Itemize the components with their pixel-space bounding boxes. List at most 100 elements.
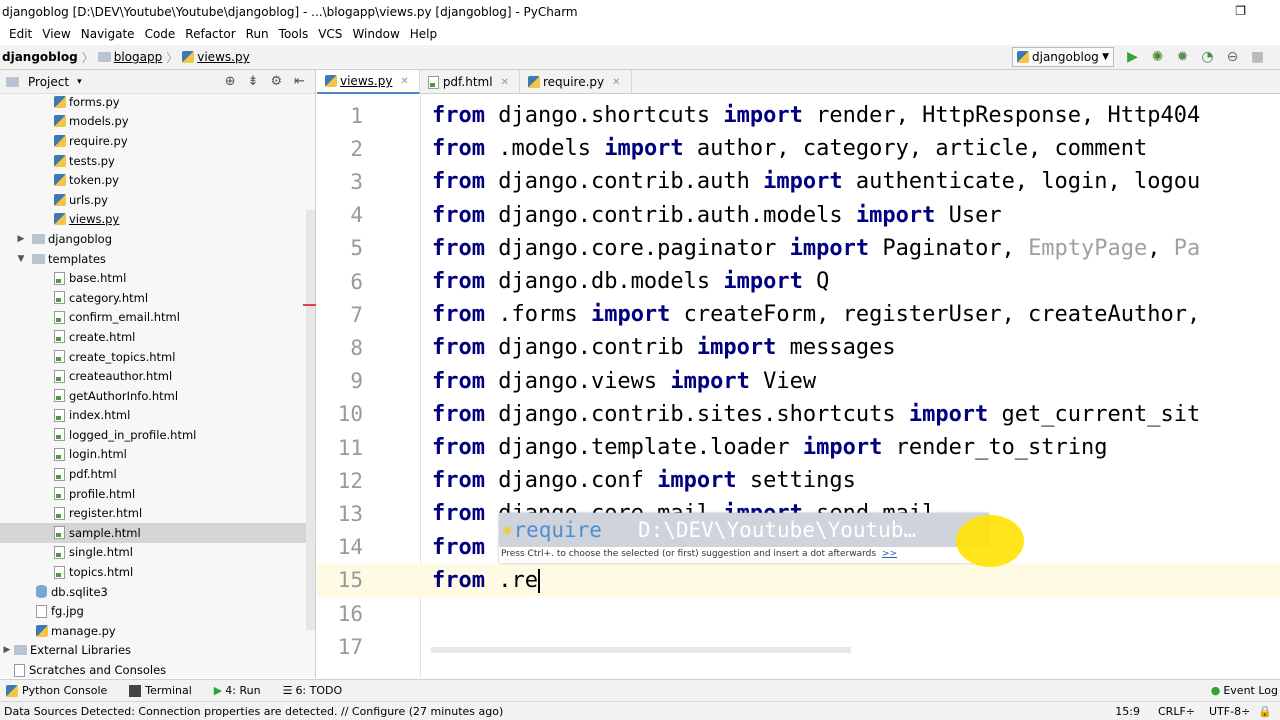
concurrency-icon[interactable]: ⊖ [1224,48,1241,65]
menu-tools[interactable]: Tools [274,27,314,41]
tab-require-py[interactable]: require.py ✕ [520,70,632,94]
coverage-icon[interactable]: ✹ [1174,48,1191,65]
collapse-all-icon[interactable]: ⇟ [248,74,259,89]
tree-item[interactable]: fg.jpg [0,601,316,621]
menu-vcs[interactable]: VCS [313,27,347,41]
breadcrumb-file[interactable]: views.py [197,50,249,64]
run-configuration-select[interactable]: djangoblog ▼ [1012,47,1114,67]
cursor-position[interactable]: 15:9 [1115,705,1140,718]
menu-help[interactable]: Help [405,27,442,41]
code-line[interactable]: 4 from django.contrib.auth.models import … [317,199,1280,232]
menu-refactor[interactable]: Refactor [180,27,240,41]
close-tab-icon[interactable]: ✕ [612,77,620,88]
code-line[interactable]: 17 [317,630,1280,663]
keyword-token: import [763,169,843,195]
tree-item[interactable]: tests.py [0,151,316,171]
tree-item[interactable]: confirm_email.html [0,308,316,328]
tree-item[interactable]: login.html [0,445,316,465]
tree-item[interactable]: topics.html [0,562,316,582]
tab-pdf-html[interactable]: pdf.html ✕ [420,70,520,94]
tree-item-label: token.py [69,173,119,188]
tree-item[interactable]: index.html [0,406,316,426]
code-line[interactable]: 10 from django.contrib.sites.shortcuts im… [317,398,1280,431]
tree-item[interactable]: base.html [0,268,316,288]
status-message[interactable]: Data Sources Detected: Connection proper… [4,705,503,718]
restore-window-icon[interactable]: ❐ [1235,4,1246,18]
tree-item[interactable]: create.html [0,327,316,347]
code-line[interactable]: 12 from django.conf import settings [317,464,1280,497]
expand-arrow-icon[interactable]: ▶ [0,645,14,655]
locate-file-icon[interactable]: ⊕ [225,74,236,89]
menu-edit[interactable]: Edit [4,27,37,41]
breadcrumb-folder[interactable]: blogapp [114,50,163,64]
menu-window[interactable]: Window [347,27,404,41]
tree-item[interactable]: require.py [0,131,316,151]
tree-item-label: urls.py [69,192,108,207]
code-line[interactable]: 2 from .models import author, category, a… [317,132,1280,165]
tree-item[interactable]: ▶ djangoblog [0,229,316,249]
expand-arrow-icon[interactable]: ▶ [14,234,28,244]
breadcrumb-project[interactable]: djangoblog [2,50,78,64]
line-separator[interactable]: CRLF÷ [1158,705,1195,718]
code-line[interactable]: 7 from .forms import createForm, register… [317,298,1280,331]
tree-item[interactable]: models.py [0,112,316,132]
code-line[interactable]: 11 from django.template.loader import ren… [317,431,1280,464]
hide-panel-icon[interactable]: ⇤ [294,74,305,89]
tree-item[interactable]: ▶ External Libraries [0,641,316,661]
tool-terminal[interactable]: Terminal [129,684,192,697]
tool-run[interactable]: ▶ 4: Run [214,684,261,697]
profile-icon[interactable]: ◔ [1199,48,1216,65]
close-tab-icon[interactable]: ✕ [400,76,408,87]
settings-gear-icon[interactable]: ⚙ [270,74,282,89]
code-line[interactable]: 9 from django.views import View [317,365,1280,398]
tree-item[interactable]: getAuthorInfo.html [0,386,316,406]
tool-python-console[interactable]: Python Console [6,684,107,697]
tree-item[interactable]: sample.html [0,523,316,543]
tree-item[interactable]: Scratches and Consoles [0,660,316,680]
tool-event-log[interactable]: ● Event Log [1211,684,1278,697]
lock-icon[interactable]: 🔒 [1258,705,1272,718]
autocomplete-suggestion[interactable]: ◉ require D:\DEV\Youtube\Youtub… [499,513,989,547]
code-line[interactable]: 6 from django.db.models import Q [317,265,1280,298]
code-line[interactable]: 15 from .re [317,563,1280,597]
close-tab-icon[interactable]: ✕ [501,77,509,88]
code-line[interactable]: 16 [317,597,1280,630]
code-line[interactable]: 5 from django.core.paginator import Pagin… [317,232,1280,265]
tree-item[interactable]: token.py [0,170,316,190]
tree-item[interactable]: views.py [0,210,316,230]
stop-icon[interactable]: ■ [1249,48,1266,65]
code-line[interactable]: 8 from django.contrib import messages [317,331,1280,364]
tree-item[interactable]: ▼ templates [0,249,316,269]
tree-item[interactable]: urls.py [0,190,316,210]
menu-code[interactable]: Code [140,27,181,41]
tree-item[interactable]: category.html [0,288,316,308]
tree-item[interactable]: manage.py [0,621,316,641]
menu-view[interactable]: View [37,27,75,41]
tree-item[interactable]: profile.html [0,484,316,504]
tree-item[interactable]: logged_in_profile.html [0,425,316,445]
tree-item[interactable]: single.html [0,543,316,563]
tree-item[interactable]: pdf.html [0,464,316,484]
tree-item[interactable]: db.sqlite3 [0,582,316,602]
autocomplete-hint-link[interactable]: >> [882,549,897,559]
project-panel-title[interactable]: Project [28,75,69,89]
menu-navigate[interactable]: Navigate [76,27,140,41]
tree-item[interactable]: forms.py [0,92,316,112]
debug-icon[interactable]: ✺ [1149,48,1166,65]
expand-arrow-icon[interactable]: ▼ [14,254,28,264]
tree-item[interactable]: register.html [0,503,316,523]
file-encoding[interactable]: UTF-8÷ [1209,705,1250,718]
breadcrumb: djangoblog 〉 blogapp 〉 views.py [0,49,250,66]
tab-views-py[interactable]: views.py ✕ [317,70,420,94]
tool-todo[interactable]: ☰ 6: TODO [283,684,343,697]
tree-item[interactable]: create_topics.html [0,347,316,367]
code-editor[interactable]: ◉ require D:\DEV\Youtube\Youtub… Press C… [317,95,1280,678]
line-number: 16 [337,601,363,626]
menu-run[interactable]: Run [241,27,274,41]
code-line[interactable]: 3 from django.contrib.auth import authent… [317,165,1280,198]
tree-item[interactable]: createauthor.html [0,366,316,386]
run-icon[interactable]: ▶ [1124,48,1141,65]
code-line[interactable]: 1 from django.shortcuts import render, Ht… [317,99,1280,132]
tree-scrollbar[interactable] [306,210,315,630]
chevron-down-icon[interactable]: ▾ [77,77,82,87]
